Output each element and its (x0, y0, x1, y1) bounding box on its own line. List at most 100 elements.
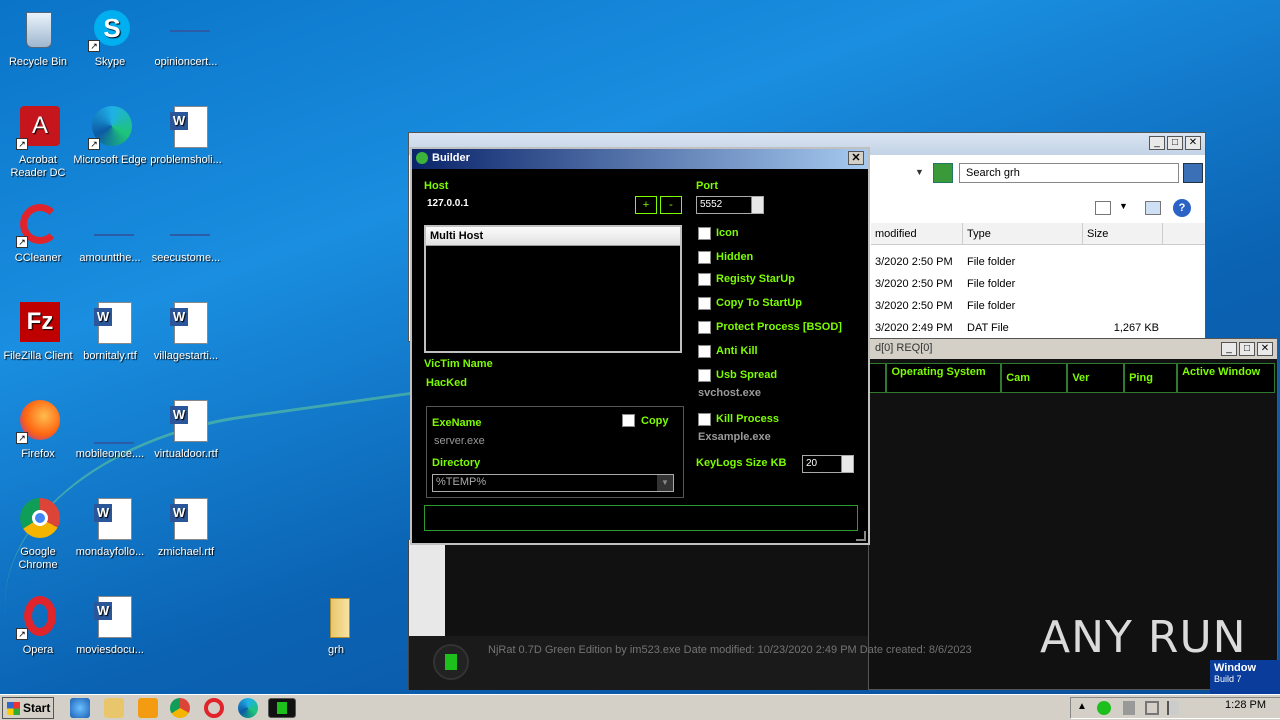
chrome-taskbar-icon[interactable] (170, 698, 190, 718)
desktop-icon-firefox[interactable]: ↗ Firefox (0, 400, 76, 461)
acrobat-icon: A ↗ (16, 106, 60, 150)
chevron-down-icon[interactable]: ▼ (1119, 201, 1128, 211)
help-icon[interactable]: ? (1173, 199, 1191, 217)
remove-host-button[interactable]: - (660, 196, 682, 214)
chevron-down-icon[interactable]: ▼ (657, 475, 673, 491)
copy-startup-label: Copy To StartUp (716, 297, 802, 309)
keylogs-size-input[interactable]: 20 (802, 455, 854, 473)
column-operating-system[interactable]: Operating System (886, 363, 1002, 393)
clock[interactable]: 1:28 PM (1225, 699, 1266, 711)
desktop-icon-mondayfollo[interactable]: W mondayfollo... (72, 498, 148, 559)
explorer-taskbar-icon[interactable] (104, 698, 124, 718)
hidden-checkbox[interactable] (698, 251, 711, 264)
builder-dialog[interactable]: Builder ✕ Host 127.0.0.1 + - Port 5552 M… (410, 147, 870, 545)
desktop-icon-virtualdoor[interactable]: W virtualdoor.rtf (148, 400, 224, 461)
speaker-icon[interactable] (1123, 701, 1135, 715)
copy-startup-checkbox[interactable] (698, 297, 711, 310)
edge-icon: ↗ (88, 106, 132, 150)
builder-titlebar[interactable]: Builder ✕ (412, 149, 868, 169)
desktop-icon-opinioncert[interactable]: opinioncert... (148, 8, 224, 69)
column-cam[interactable]: Cam (1001, 363, 1068, 393)
media-player-icon[interactable] (138, 698, 158, 718)
desktop-icon-zmichael[interactable]: W zmichael.rtf (148, 498, 224, 559)
desktop-icon-villagestarti[interactable]: W villagestarti... (148, 302, 224, 363)
icon-checkbox[interactable] (698, 227, 711, 240)
builder-app-icon (416, 152, 428, 164)
search-input[interactable]: Search grh (959, 163, 1179, 183)
desktop-icon-acrobat[interactable]: A ↗ Acrobat Reader DC (0, 106, 76, 180)
anyrun-watermark: ANY RUN (1040, 612, 1247, 663)
file-icon (164, 8, 210, 52)
close-button[interactable]: ✕ (848, 151, 864, 165)
registry-startup-checkbox[interactable] (698, 273, 711, 286)
desktop-icon-filezilla[interactable]: Fz FileZilla Client (0, 302, 76, 363)
table-row[interactable]: 3/2020 2:50 PM File folder (871, 251, 1205, 273)
close-button[interactable]: ✕ (1185, 136, 1201, 150)
close-button[interactable]: ✕ (1257, 342, 1273, 356)
table-row[interactable]: 3/2020 2:50 PM File folder (871, 295, 1205, 317)
refresh-icon[interactable] (933, 163, 953, 183)
table-row[interactable]: 3/2020 2:50 PM File folder (871, 273, 1205, 295)
ie-icon[interactable] (70, 698, 90, 718)
rat-titlebar[interactable]: d[0] REQ[0] (869, 339, 1277, 359)
desktop-icon-skype[interactable]: S ↗ Skype (72, 8, 148, 69)
usb-spread-input[interactable]: svchost.exe (698, 387, 761, 399)
registry-startup-label: Registy StarUp (716, 273, 795, 285)
desktop-icon-edge[interactable]: ↗ Microsoft Edge (72, 106, 148, 167)
start-button[interactable]: Start (2, 697, 54, 719)
port-input[interactable]: 5552 (696, 196, 764, 214)
maximize-button[interactable]: □ (1239, 342, 1255, 356)
action-center-flag-icon[interactable] (1167, 701, 1179, 715)
column-type[interactable]: Type (963, 223, 1083, 244)
protect-process-label: Protect Process [BSOD] (716, 321, 842, 333)
victim-name-input[interactable]: HacKed (426, 377, 467, 389)
resize-grip-icon[interactable] (856, 531, 866, 541)
rat-tray-icon[interactable] (1097, 701, 1111, 715)
desktop-icon-ccleaner[interactable]: ↗ CCleaner (0, 204, 76, 265)
usb-spread-checkbox[interactable] (698, 369, 711, 382)
host-input[interactable]: 127.0.0.1 (424, 196, 624, 211)
multi-host-list[interactable]: Multi Host (424, 225, 682, 353)
preview-pane-icon[interactable] (1145, 201, 1161, 215)
network-icon[interactable] (1145, 701, 1159, 715)
chevron-up-icon[interactable]: ▲ (1077, 701, 1087, 712)
desktop-icon-opera[interactable]: ↗ Opera (0, 596, 76, 657)
desktop-icon-mobileonce[interactable]: mobileonce.... (72, 400, 148, 461)
build-button[interactable] (424, 505, 858, 531)
view-controls: ▼ ? (1095, 199, 1205, 219)
keylogs-stepper[interactable] (841, 456, 853, 472)
add-host-button[interactable]: + (635, 196, 657, 214)
minimize-button[interactable]: _ (1221, 342, 1237, 356)
column-active-window[interactable]: Active Window (1177, 363, 1275, 393)
desktop-icon-chrome[interactable]: Google Chrome (0, 498, 76, 572)
edge-taskbar-icon[interactable] (238, 698, 258, 718)
desktop-icon-problemsholi[interactable]: W problemsholi... (148, 106, 224, 167)
column-size[interactable]: Size (1083, 223, 1163, 244)
column-modified[interactable]: modified (871, 223, 963, 244)
desktop-icon-grh[interactable]: grh (298, 596, 374, 657)
exename-input[interactable]: server.exe (434, 435, 485, 447)
protect-process-checkbox[interactable] (698, 321, 711, 334)
desktop-icon-bornitaly[interactable]: W bornitaly.rtf (72, 302, 148, 363)
chevron-down-icon[interactable]: ▼ (915, 167, 924, 177)
table-row[interactable]: 3/2020 2:49 PM DAT File 1,267 KB (871, 317, 1205, 339)
opera-taskbar-icon[interactable] (204, 698, 224, 718)
maximize-button[interactable]: □ (1167, 136, 1183, 150)
desktop-icon-moviesdocu[interactable]: W moviesdocu... (72, 596, 148, 657)
anti-kill-checkbox[interactable] (698, 345, 711, 358)
copy-checkbox[interactable] (622, 414, 635, 427)
word-doc-icon: W (164, 400, 208, 444)
desktop-icon-recycle-bin[interactable]: Recycle Bin (0, 8, 76, 69)
rat-taskbar-button[interactable] (268, 698, 296, 718)
kill-process-checkbox[interactable] (698, 413, 711, 426)
desktop-icon-seecustome[interactable]: seecustome... (148, 204, 224, 265)
column-ver[interactable]: Ver (1067, 363, 1125, 393)
port-stepper[interactable] (751, 197, 763, 213)
view-options-icon[interactable] (1095, 201, 1111, 215)
minimize-button[interactable]: _ (1149, 136, 1165, 150)
directory-select[interactable]: %TEMP% ▼ (432, 474, 674, 492)
column-ping[interactable]: Ping (1124, 363, 1178, 393)
desktop-icon-amountthe[interactable]: amountthe... (72, 204, 148, 265)
kill-process-input[interactable]: Exsample.exe (698, 431, 771, 443)
search-icon[interactable] (1183, 163, 1203, 183)
